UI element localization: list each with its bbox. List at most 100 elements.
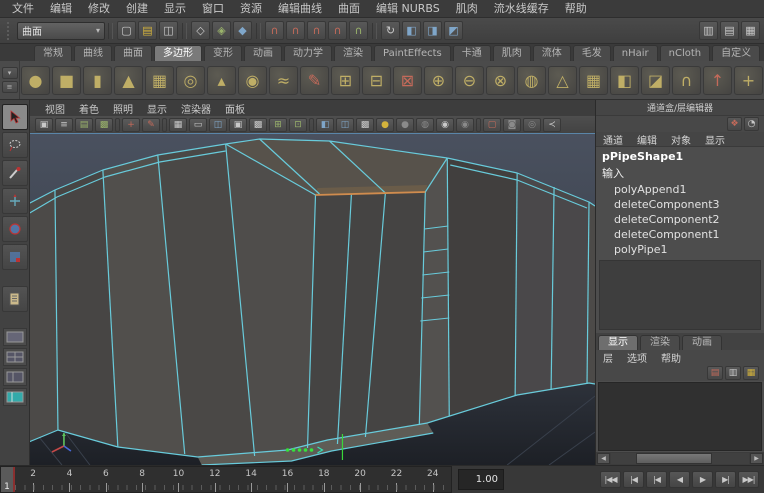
layer-editor-menu-item[interactable]: 选项	[620, 350, 654, 365]
wireframe-on-shaded-icon[interactable]: ◎	[523, 118, 541, 132]
film-gate-icon[interactable]: ▭	[189, 118, 207, 132]
step-back-key-button[interactable]: |◀	[646, 471, 667, 488]
safe-title-icon[interactable]: ⊡	[289, 118, 307, 132]
shelf-tab-arrow-icon[interactable]: ▾	[2, 67, 18, 79]
bookmarks-icon[interactable]: ▤	[75, 118, 93, 132]
time-slider[interactable]: 1 24681012141618202224	[0, 466, 452, 493]
shelf-poly-pipe-icon[interactable]: ◉	[238, 66, 267, 95]
grip-handle[interactable]	[7, 22, 13, 40]
make-live-icon[interactable]: ∩	[349, 21, 368, 40]
fill-mode-icon[interactable]: ◧	[316, 118, 334, 132]
new-empty-layer-icon[interactable]: ▤	[707, 366, 723, 380]
menubar-item[interactable]: 窗口	[194, 0, 232, 17]
channel-input-item[interactable]: polyAppend1	[596, 182, 764, 197]
layer-editor-menu-item[interactable]: 层	[596, 350, 620, 365]
open-render-view-icon[interactable]: ◧	[402, 21, 421, 40]
play-backwards-button[interactable]: ◀	[669, 471, 690, 488]
head-preset-b-icon[interactable]: ◉	[456, 118, 474, 132]
new-anim-layer-icon[interactable]: ▦	[743, 366, 759, 380]
shelf-tab[interactable]: 多边形	[154, 45, 202, 61]
statusline-separator[interactable]	[256, 23, 261, 39]
channel-input-item[interactable]: polyPipe1	[596, 242, 764, 257]
shelf-quadrangulate-icon[interactable]: ▦	[579, 66, 608, 95]
shelf-triangulate-icon[interactable]: △	[548, 66, 577, 95]
menubar-item[interactable]: 文件	[4, 0, 42, 17]
shelf-tab[interactable]: 肌肉	[493, 45, 531, 61]
menubar-item[interactable]: 帮助	[557, 0, 595, 17]
scroll-left-icon[interactable]: ◀	[597, 453, 610, 464]
channel-box-menu-item[interactable]: 对象	[664, 132, 698, 147]
shelf-poly-plane-icon[interactable]: ▦	[145, 66, 174, 95]
selected-node-name[interactable]: pPipeShape1	[596, 147, 764, 164]
shelf-extract-icon[interactable]: ⊠	[393, 66, 422, 95]
construction-history-icon[interactable]: ↻	[381, 21, 400, 40]
shelf-tab[interactable]: 动力学	[284, 45, 332, 61]
shelf-smooth-icon[interactable]: ◍	[517, 66, 546, 95]
manipulator-icon[interactable]: ❖	[727, 117, 742, 131]
grid-icon[interactable]: ▦	[169, 118, 187, 132]
menubar-item[interactable]: 编辑	[42, 0, 80, 17]
play-forward-button[interactable]: ▶	[692, 471, 713, 488]
lasso-tool[interactable]	[2, 132, 28, 158]
menubar-item[interactable]: 编辑 NURBS	[368, 0, 448, 17]
shelf-extrude-icon[interactable]: ↑	[703, 66, 732, 95]
panel-menu-item[interactable]: 显示	[140, 101, 174, 116]
shelf-append-icon[interactable]: +	[734, 66, 763, 95]
snap-grid-icon[interactable]: ∩	[265, 21, 284, 40]
shelf-poly-pyramid-icon[interactable]: ▴	[207, 66, 236, 95]
shelf-tab[interactable]: 曲面	[114, 45, 152, 61]
new-scene-icon[interactable]: ▢	[117, 21, 136, 40]
panel-menu-item[interactable]: 着色	[72, 101, 106, 116]
snap-curve-icon[interactable]: ∩	[286, 21, 305, 40]
shelf-boolean-union-icon[interactable]: ⊕	[424, 66, 453, 95]
current-frame-indicator[interactable]: 1	[1, 467, 15, 492]
shelf-poly-cone-icon[interactable]: ▲	[114, 66, 143, 95]
ipr-render-icon[interactable]: ◩	[444, 21, 463, 40]
layout-split-left-button[interactable]	[3, 368, 27, 386]
grease-pencil-icon[interactable]: ✎	[142, 118, 160, 132]
resolution-gate-icon[interactable]: ◫	[209, 118, 227, 132]
layer-editor-menu-item[interactable]: 帮助	[654, 350, 688, 365]
scale-tool[interactable]	[2, 244, 28, 270]
channel-input-item[interactable]: deleteComponent2	[596, 212, 764, 227]
shelf-poly-cube-icon[interactable]: ■	[52, 66, 81, 95]
move-tool[interactable]	[2, 188, 28, 214]
camera-attributes-icon[interactable]: ≡	[55, 118, 73, 132]
checker-icon[interactable]: ▩	[356, 118, 374, 132]
select-component-icon[interactable]: ◆	[233, 21, 252, 40]
separator[interactable]	[162, 118, 167, 132]
new-layer-from-selected-icon[interactable]: ▥	[725, 366, 741, 380]
layer-editor-tab[interactable]: 显示	[598, 335, 638, 350]
panel-menu-item[interactable]: 渲染器	[174, 101, 218, 116]
textured-mode-icon[interactable]: ◫	[336, 118, 354, 132]
shelf-poly-torus-icon[interactable]: ◎	[176, 66, 205, 95]
menubar-item[interactable]: 肌肉	[448, 0, 486, 17]
layer-editor-tab[interactable]: 动画	[682, 335, 722, 350]
menubar-item[interactable]: 编辑曲线	[270, 0, 330, 17]
menubar-item[interactable]: 资源	[232, 0, 270, 17]
pan-zoom-icon[interactable]: +	[122, 118, 140, 132]
snap-point-icon[interactable]: ∩	[307, 21, 326, 40]
shelf-mirror-icon[interactable]: ◧	[610, 66, 639, 95]
shadow-preset-icon[interactable]: ◍	[416, 118, 434, 132]
open-scene-icon[interactable]: ▤	[138, 21, 157, 40]
channel-input-item[interactable]: deleteComponent3	[596, 197, 764, 212]
separator[interactable]	[476, 118, 481, 132]
shelf-menu-icon[interactable]: ≡	[2, 81, 18, 93]
menu-set-dropdown[interactable]: 曲面 ▾	[17, 22, 105, 40]
shelf-poly-helix-icon[interactable]: ≈	[269, 66, 298, 95]
save-scene-icon[interactable]: ◫	[159, 21, 178, 40]
shelf-combine-icon[interactable]: ⊞	[331, 66, 360, 95]
shelf-tab[interactable]: 流体	[533, 45, 571, 61]
scrollbar-thumb[interactable]	[636, 453, 712, 464]
shelf-boolean-difference-icon[interactable]: ⊖	[455, 66, 484, 95]
shelf-tab[interactable]: 曲线	[74, 45, 112, 61]
statusline-separator[interactable]	[108, 23, 113, 39]
channel-box-menu-item[interactable]: 编辑	[630, 132, 664, 147]
xray-icon[interactable]: ◙	[503, 118, 521, 132]
panel-menu-item[interactable]: 面板	[218, 101, 252, 116]
separator[interactable]	[309, 118, 314, 132]
channel-box-menu-item[interactable]: 通道	[596, 132, 630, 147]
shelf-tab[interactable]: 卡通	[453, 45, 491, 61]
shelf-tab[interactable]: nCloth	[660, 45, 710, 61]
